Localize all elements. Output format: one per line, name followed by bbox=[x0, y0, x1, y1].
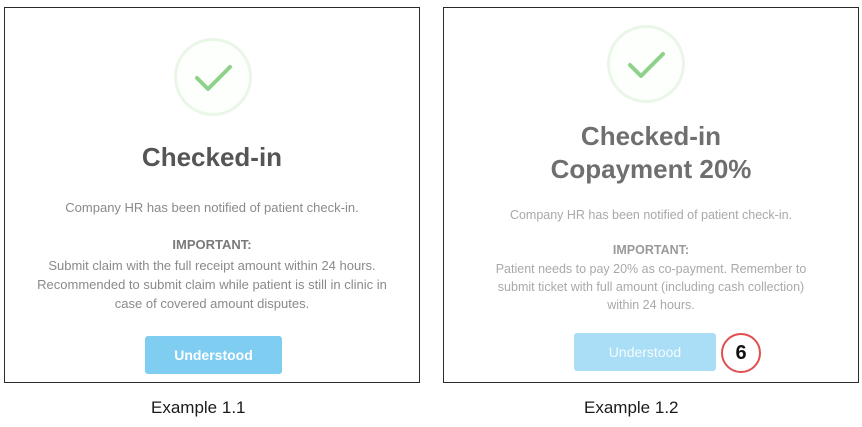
success-checkmark-icon bbox=[607, 25, 685, 103]
important-text-line: Submit claim with the full receipt amoun… bbox=[48, 258, 376, 273]
checkin-confirmation-panel-1: Checked-in Company HR has been notified … bbox=[4, 7, 420, 383]
dialog-title: Checked-in bbox=[580, 121, 722, 151]
dialog-title: Checked-in bbox=[141, 142, 283, 172]
important-heading: IMPORTANT: bbox=[612, 243, 690, 257]
example-caption: Example 1.2 bbox=[584, 398, 679, 417]
important-text-line: Recommended to submit claim while patien… bbox=[37, 277, 387, 292]
hr-notice-text: Company HR has been notified of patient … bbox=[509, 208, 793, 222]
success-checkmark-icon bbox=[174, 38, 252, 116]
example-caption: Example 1.1 bbox=[151, 398, 246, 417]
important-text-line: submit ticket with full amount (includin… bbox=[497, 280, 805, 294]
hr-notice-text: Company HR has been notified of patient … bbox=[65, 200, 359, 215]
important-text-line: case of covered amount disputes. bbox=[114, 296, 310, 311]
step-number-badge: 6 bbox=[721, 333, 761, 373]
important-text-line: Patient needs to pay 20% as co-payment. … bbox=[495, 262, 807, 276]
checkin-confirmation-panel-2: Checked-in Copayment 20% Company HR has … bbox=[443, 7, 859, 383]
understood-button[interactable]: Understood bbox=[574, 333, 716, 371]
understood-button[interactable]: Understood bbox=[145, 336, 282, 374]
important-heading: IMPORTANT: bbox=[172, 237, 252, 252]
important-text-line: within 24 hours. bbox=[607, 298, 695, 312]
dialog-subtitle: Copayment 20% bbox=[550, 154, 752, 184]
